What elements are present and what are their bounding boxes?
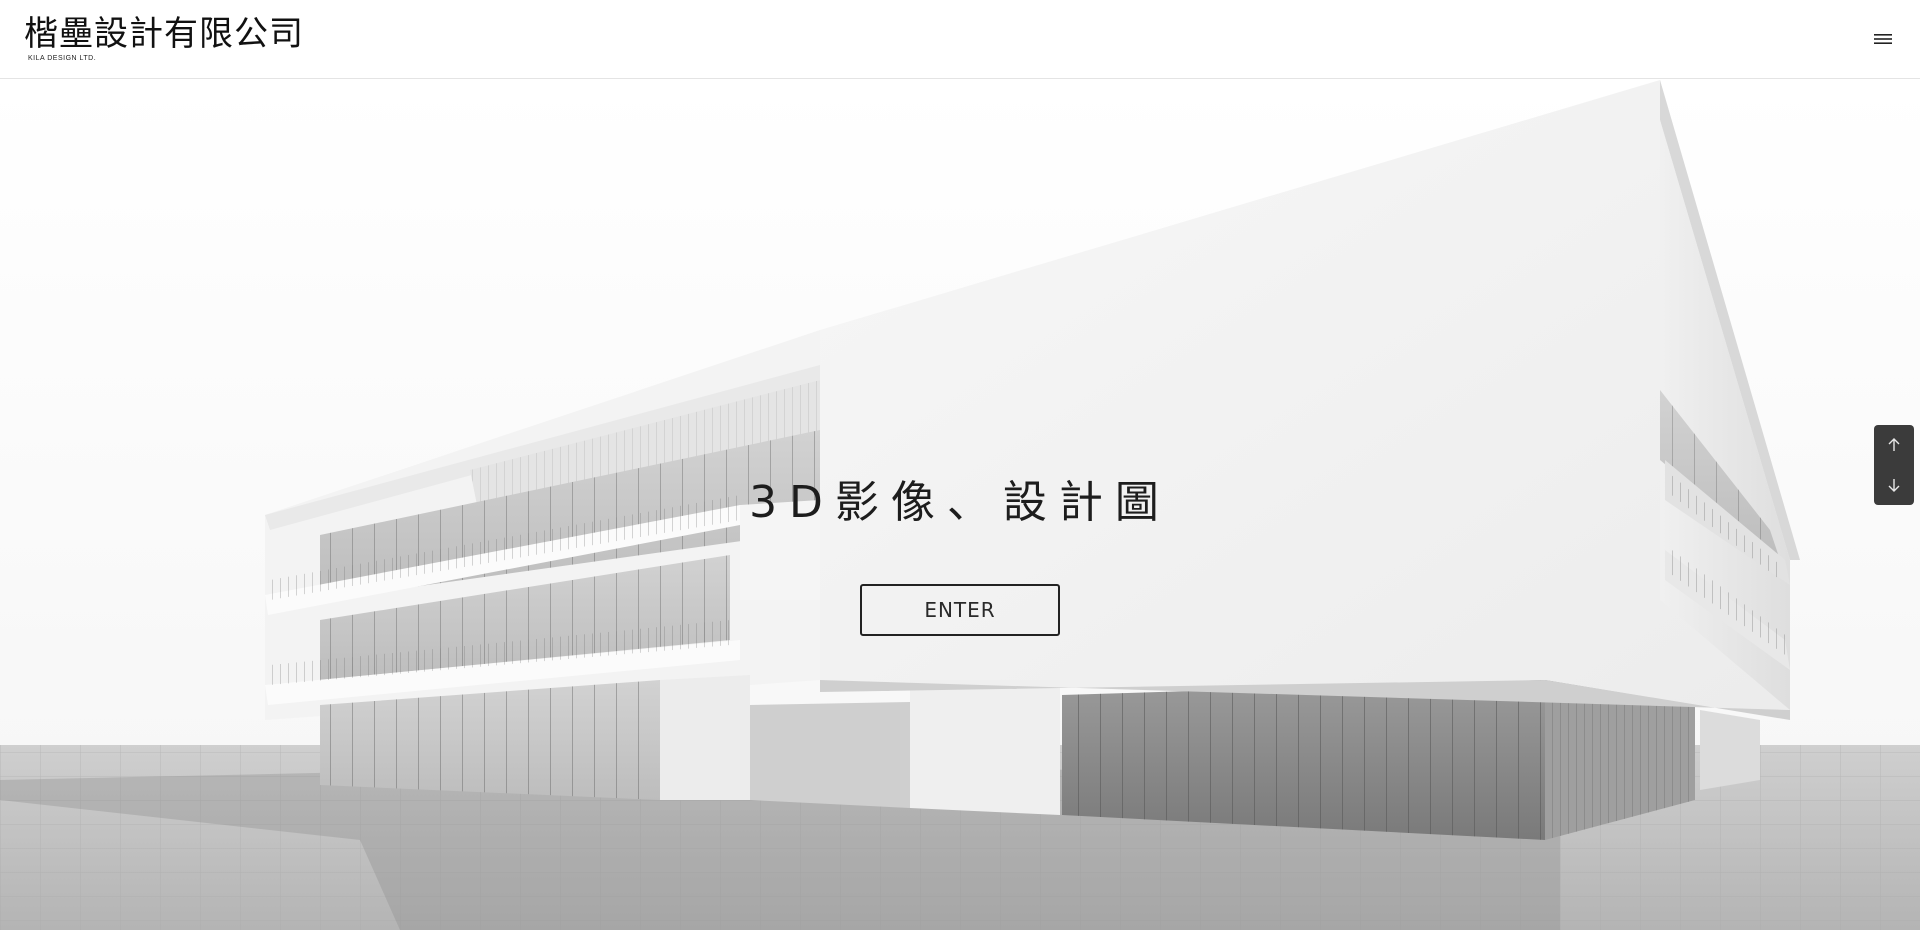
hero-title: 3D影像、設計圖 bbox=[749, 477, 1171, 528]
hamburger-menu-icon bbox=[1874, 34, 1892, 44]
scroll-down-button[interactable] bbox=[1874, 465, 1914, 505]
scroll-up-button[interactable] bbox=[1874, 425, 1914, 465]
logo-subtitle: KILA DESIGN LTD. bbox=[28, 55, 97, 62]
menu-button[interactable] bbox=[1872, 26, 1894, 52]
scroll-controls bbox=[1874, 425, 1914, 505]
site-header: 楷壘設計有限公司 KILA DESIGN LTD. bbox=[0, 0, 1920, 79]
site-logo[interactable]: 楷壘設計有限公司 KILA DESIGN LTD. bbox=[24, 14, 304, 63]
arrow-up-icon bbox=[1888, 438, 1900, 451]
arrow-down-icon bbox=[1888, 479, 1900, 492]
enter-button[interactable]: ENTER bbox=[860, 584, 1060, 636]
hero-section: 3D影像、設計圖 ENTER bbox=[0, 80, 1920, 930]
logo-text: 楷壘設計有限公司 bbox=[24, 14, 304, 54]
